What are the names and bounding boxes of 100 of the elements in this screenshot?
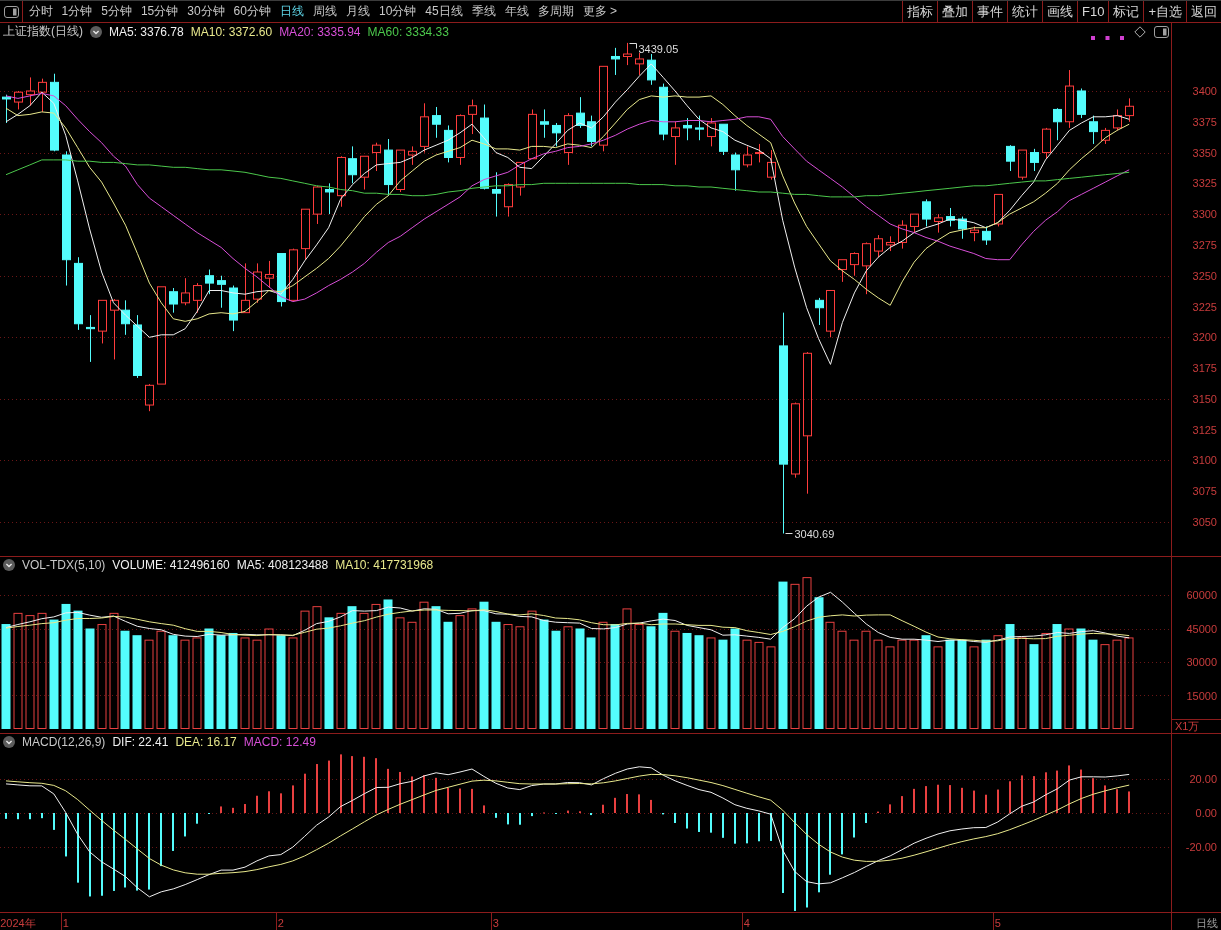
candlestick [850, 251, 859, 277]
candlestick [384, 138, 393, 197]
candlestick [26, 76, 35, 107]
toolbar-button[interactable]: 画线 [1042, 1, 1077, 22]
candlestick [576, 96, 585, 129]
axis-label: 5 [994, 916, 1001, 929]
panel-toggle-icon[interactable] [1154, 25, 1169, 38]
axis-label: 30000 [1186, 656, 1217, 668]
candlestick [1053, 107, 1062, 141]
candlestick [564, 112, 573, 166]
candlestick [492, 171, 501, 218]
candlestick [205, 269, 214, 295]
legend-value: MACD: 12.49 [243, 735, 316, 749]
axis-label: 1 [62, 916, 69, 929]
period-tab[interactable]: 周线 [308, 1, 342, 22]
period-tab[interactable]: 15分钟 [136, 1, 183, 22]
candlestick [671, 121, 680, 166]
legend-value: MA5: 3376.78 [109, 24, 184, 39]
period-tab[interactable]: 月线 [341, 1, 375, 22]
legend-value: MA20: 3335.94 [279, 24, 361, 39]
candlestick [110, 298, 119, 360]
axis-label: 3350 [1192, 146, 1217, 159]
candlestick [313, 185, 322, 225]
period-tab[interactable]: 45日线 [420, 1, 468, 22]
candlestick [815, 297, 824, 326]
period-tab[interactable]: 60分钟 [229, 1, 276, 22]
period-tab[interactable]: 30分钟 [182, 1, 230, 22]
candlestick [982, 225, 991, 246]
axis-label: 3225 [1192, 300, 1217, 313]
chevron-down-icon[interactable] [3, 736, 15, 748]
axis-label: 3175 [1192, 362, 1217, 375]
toolbar-button[interactable]: 统计 [1007, 1, 1042, 22]
candlestick [838, 259, 847, 283]
candlestick [253, 262, 262, 304]
candlestick [1077, 88, 1086, 119]
leader-line [629, 43, 637, 49]
candlestick [241, 262, 250, 314]
axis-label: 3100 [1192, 454, 1217, 467]
period-tab[interactable]: 10分钟 [374, 1, 421, 22]
axis-label: 3150 [1192, 392, 1217, 405]
axis-label: 3300 [1192, 208, 1217, 221]
legend-value: MA5: 408123488 [236, 557, 329, 572]
axis-label: 3050 [1192, 516, 1217, 528]
axis-label: 3075 [1192, 485, 1217, 498]
candlestick [86, 314, 95, 363]
ellipsis-icon[interactable] [1091, 36, 1124, 40]
period-tab[interactable]: 更多 > [578, 1, 622, 22]
candlestick [994, 193, 1003, 227]
axis-label: 45000 [1186, 622, 1217, 635]
panel-toggle-icon[interactable] [3, 5, 19, 18]
candlestick [301, 208, 310, 261]
toolbar-button[interactable]: F10 [1077, 1, 1109, 22]
candlestick [396, 149, 405, 193]
toolbar-button[interactable]: 事件 [972, 1, 1007, 22]
period-tab[interactable]: 日线 [275, 1, 309, 22]
candlestick [587, 115, 596, 147]
candlestick [874, 234, 883, 258]
candlestick [468, 99, 477, 135]
candlestick [922, 198, 931, 227]
candlestick [444, 124, 453, 163]
axis-label: 3325 [1192, 177, 1217, 190]
toolbar-button[interactable]: 返回 [1186, 1, 1221, 22]
candlestick [1030, 148, 1039, 172]
period-tab[interactable]: 年线 [500, 1, 534, 22]
candlestick [970, 225, 979, 242]
toolbar-button[interactable]: 标记 [1108, 1, 1144, 22]
price-label: 3040.69 [794, 527, 835, 540]
candlestick [181, 277, 190, 306]
legend-value: DEA: 16.17 [175, 735, 237, 749]
axis-label: 15000 [1186, 689, 1217, 702]
legend-value: VOLUME: 412496160 [112, 557, 230, 572]
axis-label: 3375 [1192, 115, 1217, 128]
period-tab[interactable]: 分时 [24, 1, 57, 22]
price-label: 3439.05 [638, 42, 679, 55]
diamond-icon[interactable] [1134, 25, 1146, 38]
period-tab[interactable]: 1分钟 [57, 1, 97, 22]
candlestick [121, 299, 130, 336]
period-tab[interactable]: 多周期 [533, 1, 579, 22]
candlestick [1113, 108, 1122, 131]
toolbar-button[interactable]: 叠加 [937, 1, 972, 22]
toolbar-button[interactable]: 指标 [902, 1, 937, 22]
indicator-title: 上证指数(日线) [3, 23, 83, 40]
axis-label: -20.00 [1185, 841, 1217, 854]
chevron-down-icon[interactable] [90, 25, 102, 38]
candlestick [540, 108, 549, 139]
candlestick [337, 155, 346, 208]
period-tab[interactable]: 季线 [467, 1, 501, 22]
candlestick [958, 216, 967, 240]
candlestick [683, 117, 692, 141]
chevron-down-icon[interactable] [3, 558, 15, 571]
candlestick [719, 123, 728, 156]
period-tab[interactable]: 5分钟 [96, 1, 137, 22]
axis-label: 3250 [1192, 269, 1217, 282]
axis-label: 60000 [1186, 589, 1217, 601]
candlestick [265, 260, 274, 289]
axis-label: 3125 [1192, 423, 1217, 436]
toolbar-button[interactable]: +自选 [1143, 1, 1186, 22]
candlestick [552, 122, 561, 147]
candlestick [420, 102, 429, 154]
candlestick [38, 78, 47, 113]
